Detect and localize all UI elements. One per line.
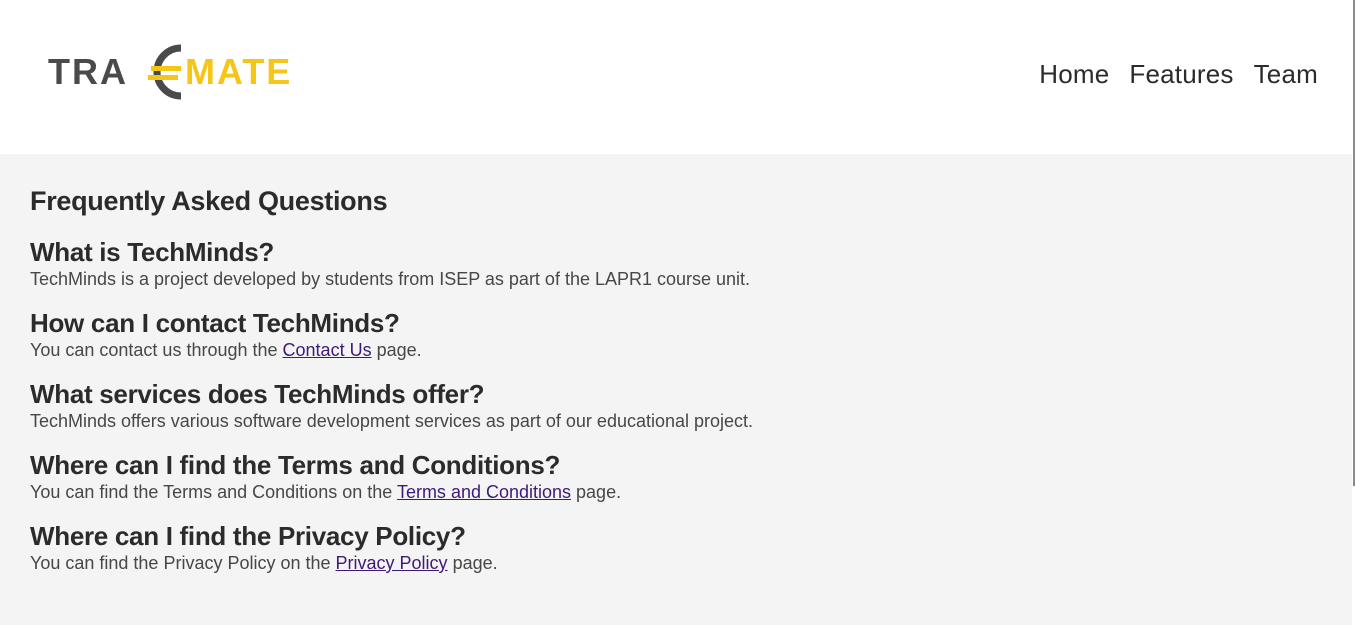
faq-item: Where can I find the Privacy Policy? You… xyxy=(30,521,1310,575)
faq-section: Frequently Asked Questions What is TechM… xyxy=(30,186,1310,592)
vertical-scrollbar[interactable] xyxy=(1352,0,1356,625)
logo-bar-bottom xyxy=(148,75,178,80)
faq-answer: You can find the Terms and Conditions on… xyxy=(30,480,1310,504)
logo-text-left: TRA xyxy=(48,51,128,92)
faq-answer-text: You can find the Privacy Policy on the xyxy=(30,553,336,573)
faq-question: What is TechMinds? xyxy=(30,237,275,267)
nav-home-link[interactable]: Home xyxy=(1039,59,1109,90)
logo[interactable]: TRA MATE xyxy=(48,40,318,102)
privacy-policy-link[interactable]: Privacy Policy xyxy=(336,553,448,573)
contact-us-link[interactable]: Contact Us xyxy=(283,340,372,360)
faq-item: Where can I find the Terms and Condition… xyxy=(30,450,1310,504)
faq-item: What services does TechMinds offer? Tech… xyxy=(30,379,1310,433)
faq-answer-text-end: page. xyxy=(447,553,498,573)
faq-answer-text: TechMinds offers various software develo… xyxy=(30,411,754,431)
scrollbar-thumb[interactable] xyxy=(1353,0,1355,486)
faq-answer-text: TechMinds is a project developed by stud… xyxy=(30,269,751,289)
logo-c-arc xyxy=(153,44,182,100)
faq-item: What is TechMinds? TechMinds is a projec… xyxy=(30,237,1310,291)
faq-answer-text: You can contact us through the xyxy=(30,340,283,360)
faq-question: Where can I find the Privacy Policy? xyxy=(30,521,466,551)
page: TRA MATE Home Features Team Frequently A… xyxy=(0,0,1356,625)
site-header: TRA MATE Home Features Team xyxy=(0,0,1352,154)
page-title: Frequently Asked Questions xyxy=(30,186,388,216)
faq-answer-text-end: page. xyxy=(571,482,622,502)
faq-answer: You can contact us through the Contact U… xyxy=(30,338,1310,362)
faq-answer-text-end: page. xyxy=(371,340,422,360)
main-nav: Home Features Team xyxy=(1039,59,1318,90)
faq-answer: You can find the Privacy Policy on the P… xyxy=(30,551,1310,575)
faq-question: How can I contact TechMinds? xyxy=(30,308,400,338)
faq-item: How can I contact TechMinds? You can con… xyxy=(30,308,1310,362)
logo-text-right: MATE xyxy=(185,51,292,92)
faq-answer-text: You can find the Terms and Conditions on… xyxy=(30,482,397,502)
nav-features-link[interactable]: Features xyxy=(1129,59,1233,90)
nav-team-link[interactable]: Team xyxy=(1254,59,1318,90)
faq-question: What services does TechMinds offer? xyxy=(30,379,485,409)
faq-question: Where can I find the Terms and Condition… xyxy=(30,450,561,480)
faq-answer: TechMinds offers various software develo… xyxy=(30,409,1310,433)
terms-and-conditions-link[interactable]: Terms and Conditions xyxy=(397,482,571,502)
faq-answer: TechMinds is a project developed by stud… xyxy=(30,267,1310,291)
logo-bar-top xyxy=(151,66,181,71)
